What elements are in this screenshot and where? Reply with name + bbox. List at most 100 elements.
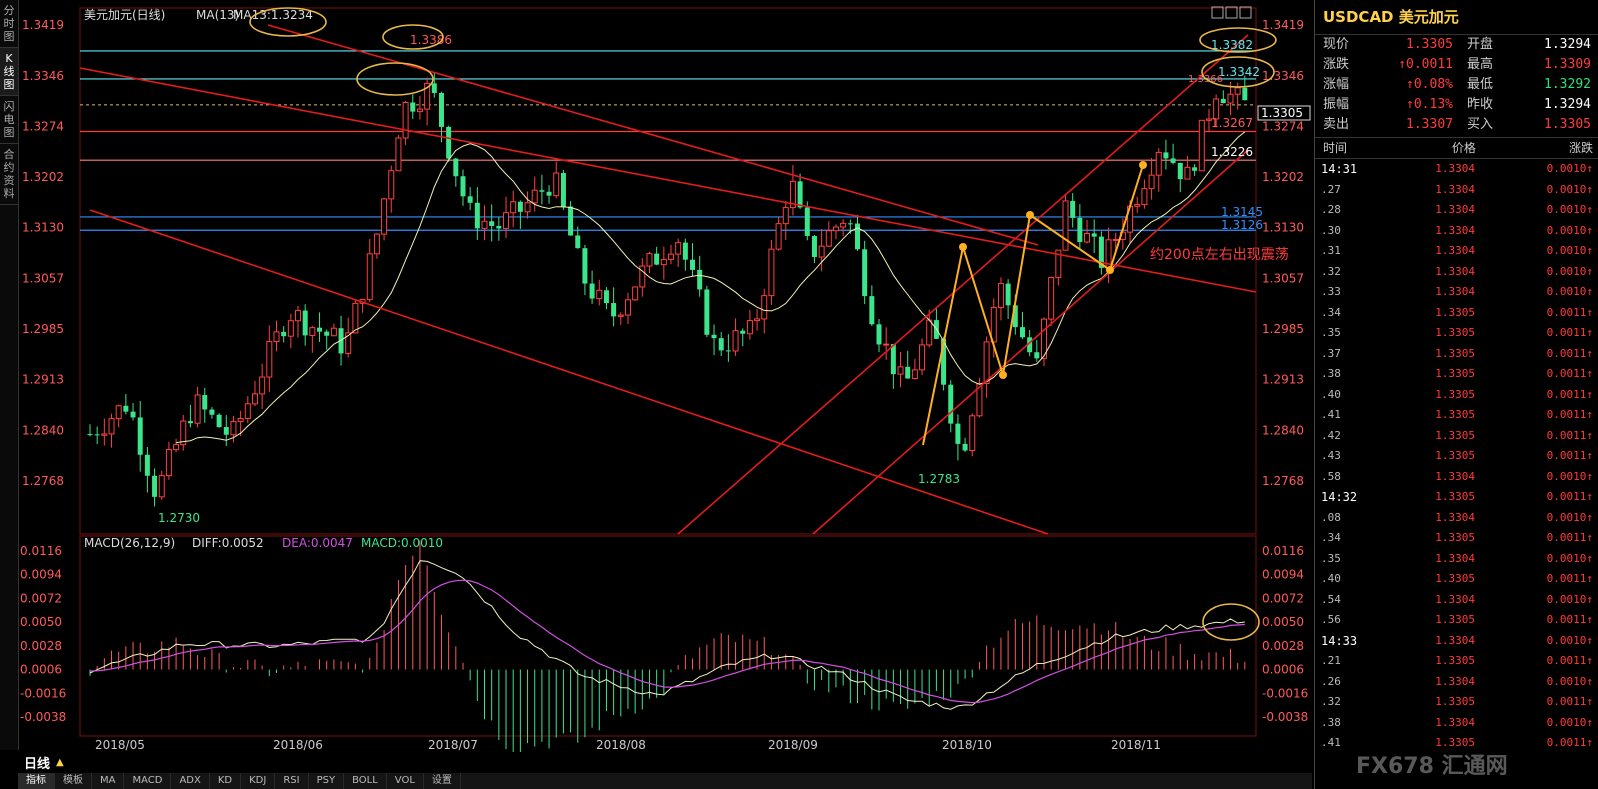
candle-body-down [123, 405, 129, 412]
candle-body-down [603, 290, 609, 304]
candle-body-down [718, 338, 724, 351]
trend-line-3 [677, 34, 1249, 535]
left-tab-2[interactable]: 闪电图 [0, 96, 18, 144]
candle-body-down [711, 334, 717, 339]
candle-body-down [281, 331, 287, 337]
tick-change: 0.0011↑ [1546, 326, 1593, 339]
period-selector[interactable]: 日线 [18, 753, 56, 772]
candle-body-up [596, 289, 603, 300]
macd-diff: DIFF:0.0052 [192, 536, 264, 550]
indicator-tab-rsi[interactable]: RSI [275, 773, 309, 789]
quote-row: 涨幅 ↑0.08% 最低 1.3292 [1315, 75, 1598, 95]
candle-body-up [1062, 200, 1069, 251]
tick-change: 0.0011↑ [1546, 695, 1593, 708]
quote-value: 1.3309 [1544, 57, 1591, 72]
candle-body-down [130, 411, 136, 418]
tick-row: .41 1.3305 0.0011↑ [1315, 405, 1598, 426]
candle-body-down [1005, 283, 1011, 306]
price-axis-right-label: 1.3057 [1262, 272, 1304, 286]
candle-body-up [259, 376, 266, 395]
tick-row: .37 1.3305 0.0011↑ [1315, 344, 1598, 365]
candle-body-down [589, 283, 595, 299]
tick-price: 1.3305 [1435, 387, 1475, 401]
quote-value: ↑0.08% [1406, 77, 1453, 92]
candle-body-down [697, 269, 703, 290]
tick-time: .40 [1321, 572, 1341, 585]
candle-body-up [746, 320, 753, 335]
wave-arrow-path [922, 164, 1144, 446]
indicator-tab-模板[interactable]: 模板 [55, 773, 92, 789]
period-dropdown-icon[interactable]: ▲ [56, 757, 64, 768]
candle-body-up [632, 286, 639, 301]
left-tab-0[interactable]: 分时图 [0, 0, 18, 48]
tick-change: 0.0010↑ [1546, 162, 1593, 175]
quote-value: 1.3307 [1406, 117, 1453, 132]
window-button-0 [1211, 6, 1224, 19]
candle-body-down [410, 102, 416, 112]
candle-body-down [847, 223, 853, 225]
candle-body-up [617, 314, 624, 317]
price-axis-left-label: 1.3057 [22, 272, 64, 286]
candle-body-down [955, 423, 961, 444]
indicator-tab-kdj[interactable]: KDJ [241, 773, 276, 789]
tick-time: .30 [1321, 223, 1341, 237]
candle-body-down [324, 331, 330, 336]
price-axis-right-label: 1.3202 [1262, 170, 1304, 184]
macd-axis-left-label: 0.0094 [20, 568, 62, 582]
candle-body-down [690, 259, 696, 270]
price-axis-right-label: 1.2985 [1262, 322, 1304, 336]
left-tab-1[interactable]: K线图 [0, 48, 18, 96]
candle-body-down [496, 225, 502, 229]
candle-body-up [366, 253, 373, 301]
quote-value: ↑0.0011 [1398, 57, 1453, 72]
tick-price: 1.3305 [1435, 654, 1475, 667]
tick-time: .34 [1321, 531, 1341, 544]
candle-body-up [381, 198, 388, 235]
indicator-tab-指标[interactable]: 指标 [18, 773, 55, 789]
macd-axis-left-label: 0.0006 [20, 663, 62, 677]
tick-change: 0.0010↑ [1546, 674, 1593, 688]
indicator-tab-kd[interactable]: KD [210, 773, 242, 789]
candle-body-down [611, 303, 617, 317]
tick-time: .37 [1321, 346, 1341, 360]
window-button-2 [1239, 6, 1252, 19]
tick-row: 14:31 1.3304 0.0010↑ [1315, 159, 1598, 180]
tick-time: 14:32 [1321, 490, 1358, 504]
candle-body-down [94, 434, 100, 436]
kline-chart[interactable]: 1.3419 1.34191.3346 1.33461.3274 1.32741.32… [18, 0, 1312, 752]
time-axis-label: 2018/10 [942, 738, 992, 752]
tick-price: 1.3304 [1435, 592, 1475, 606]
tick-change: 0.0011↑ [1546, 428, 1593, 442]
tick-row: .30 1.3304 0.0010↑ [1315, 221, 1598, 242]
candle-body-up [244, 403, 251, 420]
indicator-tab-macd[interactable]: MACD [124, 773, 172, 789]
indicator-tab-设置[interactable]: 设置 [424, 773, 461, 789]
macd-dea-line [89, 579, 1245, 704]
tick-row: .26 1.3304 0.0010↑ [1315, 672, 1598, 693]
macd-value: MACD:0.0010 [361, 536, 443, 550]
candle-body-up [503, 212, 510, 229]
watermark-logo: FX678 汇通网 [1356, 754, 1508, 779]
candle-body-up [309, 327, 316, 336]
left-tab-3[interactable]: 合约资料 [0, 144, 18, 205]
tick-change: 0.0011↑ [1546, 449, 1593, 462]
indicator-tab-psy[interactable]: PSY [309, 773, 345, 789]
candle-body-up [101, 433, 108, 436]
quote-row: 涨跌 ↑0.0011 最高 1.3309 [1315, 55, 1598, 75]
level-label-1226: 1.3226 [1211, 145, 1253, 159]
candle-body-down [869, 296, 875, 325]
quote-label: 开盘 [1467, 37, 1494, 52]
candle-body-down [890, 344, 896, 375]
candle-body-up [840, 222, 847, 228]
indicator-tab-ma[interactable]: MA [92, 773, 125, 789]
kline-panel-border [79, 7, 1257, 535]
tick-change: 0.0010↑ [1546, 551, 1593, 565]
indicator-tab-boll[interactable]: BOLL [344, 773, 387, 789]
candle-body-up [402, 101, 409, 139]
indicator-tab-vol[interactable]: VOL [387, 773, 424, 789]
tick-list[interactable]: 14:31 1.3304 0.0010↑ .27 1.3304 0.0010↑ .28 1.3… [1315, 159, 1598, 754]
candle-body-up [624, 299, 631, 316]
tick-price: 1.3305 [1435, 490, 1475, 503]
tick-time: .35 [1321, 551, 1341, 565]
indicator-tab-adx[interactable]: ADX [171, 773, 210, 789]
